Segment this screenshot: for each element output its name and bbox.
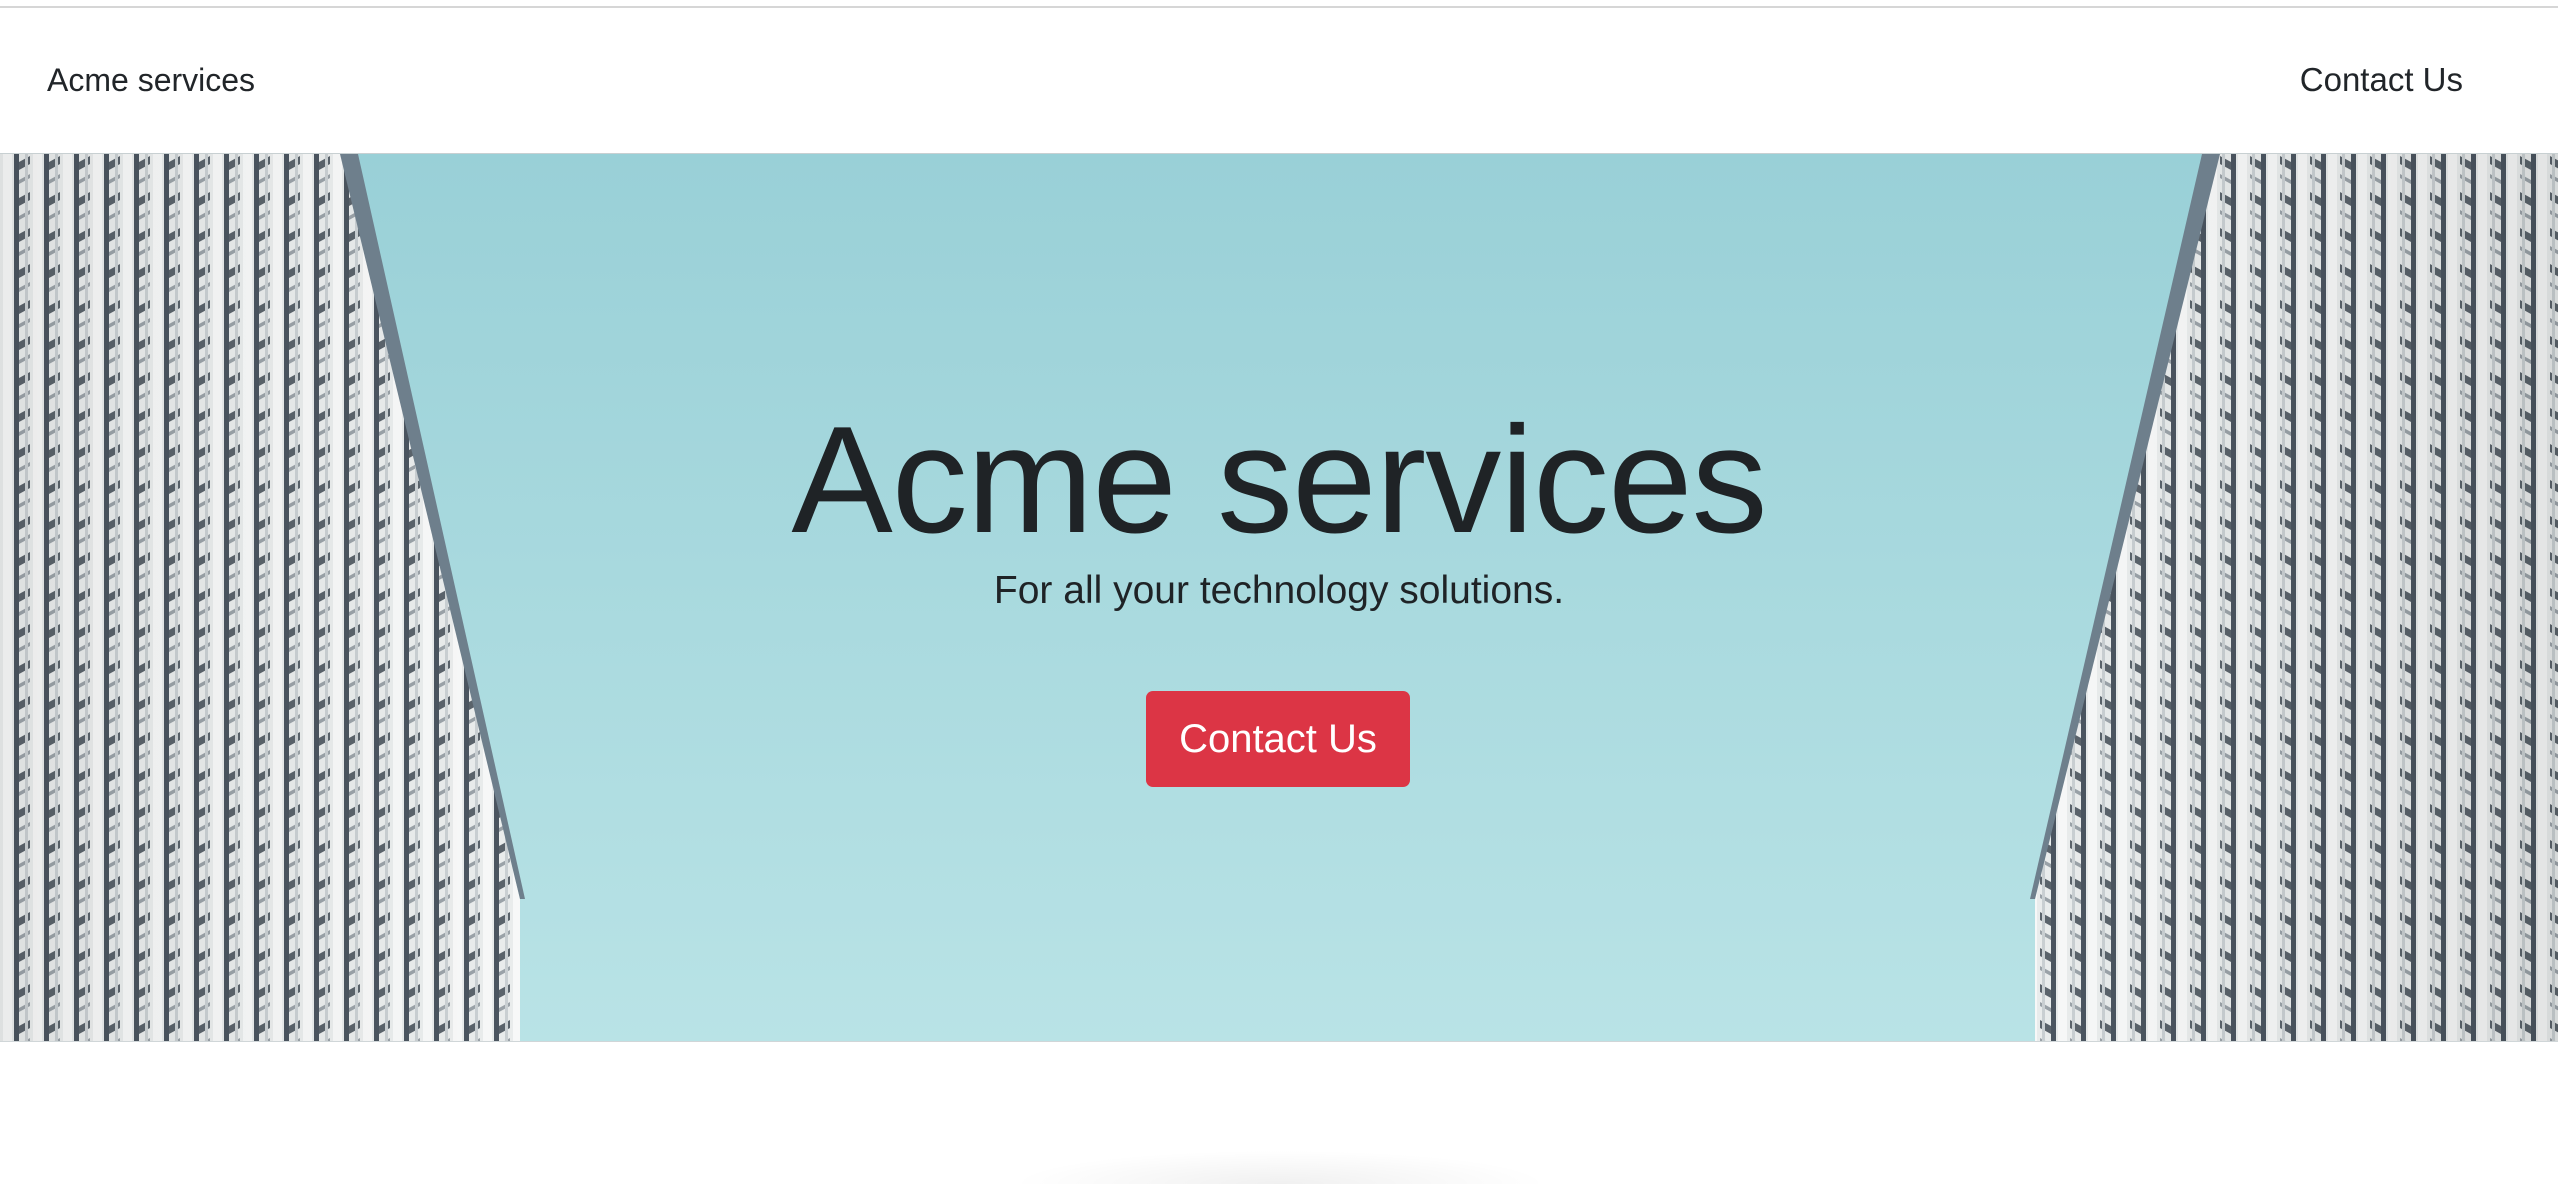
hero-title: Acme services xyxy=(791,395,1767,565)
nav-contact-link[interactable]: Contact Us xyxy=(2300,61,2463,99)
hero-subtitle: For all your technology solutions. xyxy=(993,569,1565,612)
hero-section: Acme services For all your technology so… xyxy=(0,153,2558,1042)
contact-us-button[interactable]: Contact Us xyxy=(1146,691,1410,787)
navbar: Acme services Contact Us xyxy=(0,8,2558,152)
section-shadow xyxy=(1010,1150,1550,1184)
navbar-brand[interactable]: Acme services xyxy=(47,62,255,99)
page: Acme services Contact Us Acme services F… xyxy=(0,0,2558,1184)
